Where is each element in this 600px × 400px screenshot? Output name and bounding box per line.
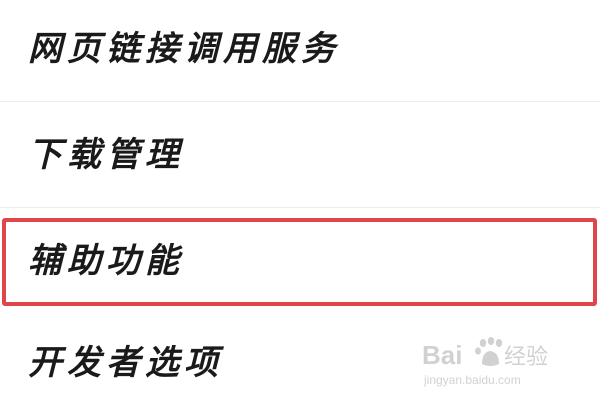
settings-item-accessibility[interactable]: 辅助功能 (0, 222, 600, 304)
baidu-jingyan-watermark: Bai 经验 jingyan.baidu.com (420, 334, 570, 390)
baidu-paw-logo-icon: Bai 经验 jingyan.baidu.com (422, 337, 548, 387)
settings-item-web-link-service[interactable]: 网页链接调用服务 (0, 0, 600, 100)
settings-item-label: 辅助功能 (28, 241, 184, 281)
watermark-url: jingyan.baidu.com (423, 373, 521, 387)
watermark-brand: Bai (422, 340, 462, 370)
watermark-brand-suffix: 经验 (504, 345, 548, 370)
settings-item-download-manager[interactable]: 下载管理 (0, 102, 600, 206)
settings-item-label: 开发者选项 (28, 343, 223, 383)
divider (0, 207, 600, 208)
settings-item-label: 网页链接调用服务 (28, 29, 340, 69)
settings-item-label: 下载管理 (28, 135, 184, 175)
